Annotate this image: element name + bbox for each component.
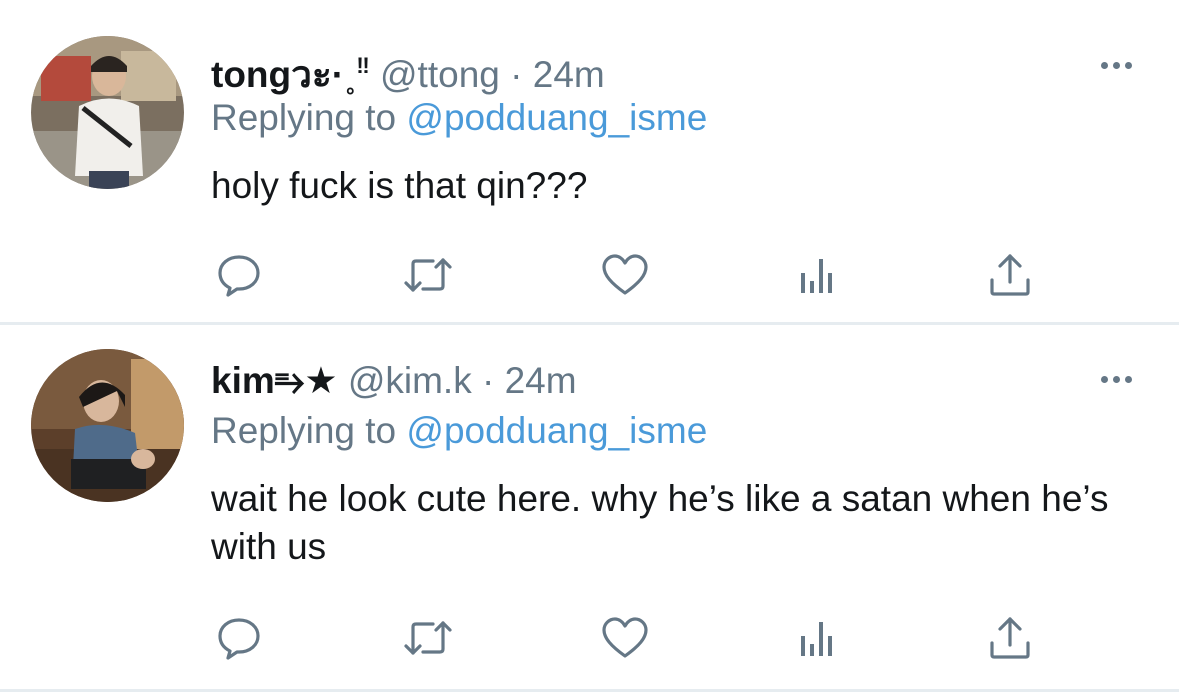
tweet-actions [0,608,1179,668]
timestamp[interactable]: 24m [533,54,605,95]
analytics-icon[interactable] [787,245,847,305]
mention-link[interactable]: @podduang_isme [406,97,707,138]
replying-label: Replying to [211,97,397,138]
display-name-extra: ‼ [356,53,370,78]
replying-to: Replying to @podduang_isme [211,96,707,140]
share-icon[interactable] [980,608,1040,668]
avatar[interactable] [31,36,184,189]
retweet-icon[interactable] [398,245,458,305]
display-name[interactable]: tongวะ·˳ [211,54,356,95]
more-options-icon[interactable] [1092,367,1140,391]
tweet-actions [0,245,1179,305]
avatar[interactable] [31,349,184,502]
replying-to: Replying to @podduang_isme [211,409,707,453]
tweet-header: kim⥱★ @kim.k · 24m [211,359,577,403]
analytics-icon[interactable] [787,608,847,668]
reply-icon[interactable] [209,245,269,305]
tweet-text: holy fuck is that qin??? [211,165,588,206]
reply-icon[interactable] [209,608,269,668]
tweet[interactable]: kim⥱★ @kim.k · 24m Replying to @podduang… [0,325,1179,689]
share-icon[interactable] [980,245,1040,305]
tweet-header: tongวะ·˳‼ @ttong · 24m [211,44,605,97]
handle[interactable]: @kim.k [348,360,472,401]
like-icon[interactable] [595,608,655,668]
tweet-text: wait he look cute here. why he’s like a … [211,478,1109,567]
mention-link[interactable]: @podduang_isme [406,410,707,451]
separator: · [481,360,495,401]
more-options-icon[interactable] [1092,53,1140,77]
like-icon[interactable] [595,245,655,305]
display-name[interactable]: kim⥱★ [211,360,338,401]
replying-label: Replying to [211,410,397,451]
separator: · [510,54,523,95]
timestamp[interactable]: 24m [505,360,577,401]
handle[interactable]: @ttong [380,54,500,95]
tweet[interactable]: tongวะ·˳‼ @ttong · 24m Replying to @podd… [0,0,1179,322]
retweet-icon[interactable] [398,608,458,668]
